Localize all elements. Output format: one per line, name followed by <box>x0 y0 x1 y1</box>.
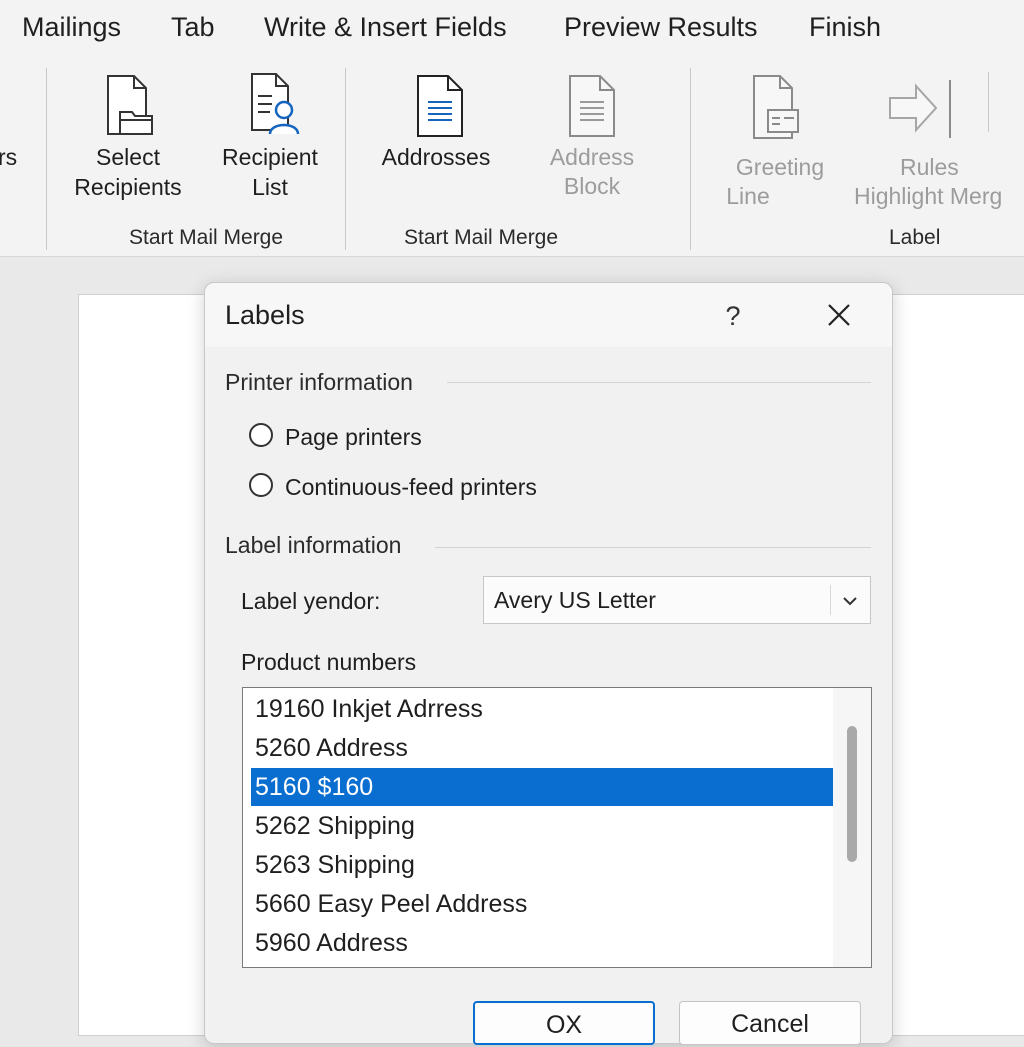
list-item[interactable]: 5660 Easy Peel Address <box>251 885 835 923</box>
dialog-title-bar[interactable]: Labels ? <box>205 283 892 347</box>
close-icon <box>828 304 850 326</box>
close-button[interactable] <box>817 297 861 335</box>
select-recipients-icon <box>107 75 153 135</box>
page-printers-label[interactable]: Page printers <box>285 424 422 451</box>
address-block-label-2: Block <box>563 173 621 199</box>
group-label-start-mail-merge-1: Start Mail Merge <box>129 226 284 249</box>
address-block-icon <box>569 75 615 137</box>
addresses-label: Addrosses <box>381 144 491 170</box>
greeting-line-label-2: Line <box>726 183 770 209</box>
tab-write-insert-fields[interactable]: Write & Insert Fields <box>264 12 507 43</box>
group-divider <box>345 68 346 250</box>
tab-tab[interactable]: Tab <box>171 12 215 43</box>
dropdown-divider <box>830 585 831 615</box>
select-recipients-label-2: Recipients <box>74 174 182 200</box>
help-button[interactable]: ? <box>713 297 753 335</box>
group-label-start-mail-merge-2: Start Mail Merge <box>404 226 559 249</box>
partial-button-label[interactable]: rs <box>0 142 17 172</box>
addresses-button[interactable]: Addrosses <box>368 68 504 218</box>
highlight-merge-label: Highlight Merg <box>854 183 1003 209</box>
rules-icon <box>889 80 951 138</box>
greeting-line-label-1: Greeting <box>735 154 825 180</box>
label-vendor-dropdown[interactable]: Avery US Letter <box>483 576 871 624</box>
ribbon: rs Select Recipients Recipient List Star… <box>0 60 1024 257</box>
list-item[interactable]: 5960 Address <box>251 924 835 962</box>
section-divider <box>447 382 871 383</box>
chevron-down-icon <box>843 597 857 606</box>
recipient-list-label-1: Recipient <box>222 144 318 170</box>
tab-preview-results[interactable]: Preview Results <box>564 12 758 43</box>
group-label-label: Label <box>889 226 941 249</box>
dialog-title: Labels <box>225 300 305 330</box>
continuous-feed-printers-radio[interactable] <box>249 473 273 497</box>
label-vendor-label: Label yendor: <box>241 588 381 614</box>
tab-finish[interactable]: Finish <box>809 12 881 43</box>
page-printers-radio[interactable] <box>249 423 273 447</box>
address-block-label-1: Address <box>549 144 635 170</box>
select-recipients-button[interactable]: Select Recipients <box>58 68 198 218</box>
cancel-button[interactable]: Cancel <box>679 1001 861 1045</box>
addresses-icon <box>417 75 463 137</box>
continuous-feed-printers-label[interactable]: Continuous-feed printers <box>285 474 537 501</box>
ok-button[interactable]: OX <box>473 1001 655 1045</box>
product-numbers-list[interactable]: 19160 Inkjet Adrress 5260 Address 5160 $… <box>242 687 872 968</box>
group-divider <box>988 72 989 132</box>
recipient-list-icon <box>251 73 300 135</box>
scrollbar[interactable] <box>833 688 871 967</box>
greeting-line-icon <box>753 75 799 139</box>
label-vendor-value: Avery US Letter <box>494 587 656 613</box>
section-divider <box>435 547 871 548</box>
tab-mailings[interactable]: Mailings <box>22 12 121 43</box>
product-numbers-label: Product numbers <box>241 649 417 675</box>
rules-button[interactable]: Rules Highlight Merg <box>852 68 1024 218</box>
printer-information-heading: Printer information <box>225 369 413 395</box>
select-recipients-label-1: Select <box>96 144 160 170</box>
list-item[interactable]: 5262 Shipping <box>251 807 835 845</box>
labels-dialog: Labels ? Printer information Page printe… <box>204 282 893 1045</box>
address-block-button[interactable]: Address Block <box>532 68 652 218</box>
rules-label: Rules <box>900 154 959 180</box>
recipient-list-label-2: List <box>252 174 288 200</box>
scrollbar-thumb[interactable] <box>847 726 857 862</box>
greeting-line-button[interactable]: Greeting Line <box>720 68 840 218</box>
label-information-heading: Label information <box>225 532 402 558</box>
ribbon-tab-bar: Mailings Tab Write & Insert Fields Previ… <box>0 0 1024 60</box>
group-divider <box>46 68 47 250</box>
list-item-selected[interactable]: 5160 $160 <box>251 768 835 806</box>
group-divider <box>690 68 691 250</box>
list-item[interactable]: 5260 Address <box>251 729 835 767</box>
list-item[interactable]: 5263 Shipping <box>251 846 835 884</box>
recipient-list-button[interactable]: Recipient List <box>206 68 334 218</box>
list-item[interactable]: 19160 Inkjet Adrress <box>251 690 835 728</box>
